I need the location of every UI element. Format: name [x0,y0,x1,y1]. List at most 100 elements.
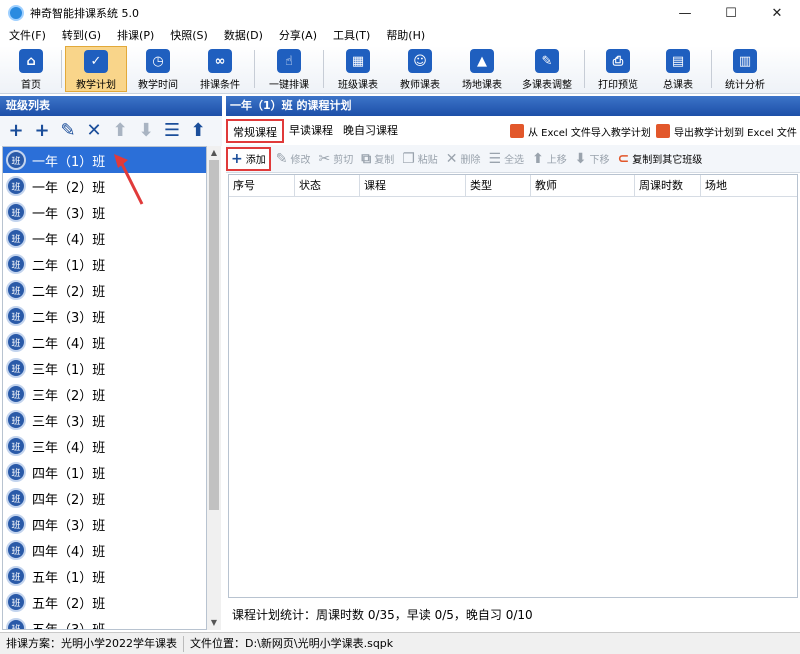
toolbar-separator [584,50,585,88]
list-item[interactable]: 班三年（3）班 [3,407,206,433]
toolbar-teacher-schedule-button[interactable]: ☺ 教师课表 [389,46,451,92]
list-item[interactable]: 班一年（3）班 [3,199,206,225]
select-all-button[interactable]: ☰ 全选 [486,147,528,171]
toolbar-venue-schedule-button[interactable]: ▲ 场地课表 [451,46,513,92]
delete-button[interactable]: ✕ 删除 [443,147,484,171]
edit-pencil-icon[interactable]: ✎ [58,121,78,141]
toolbar-separator [61,50,62,88]
import-excel-button[interactable]: 从 Excel 文件导入教学计划 [510,117,651,145]
list-item[interactable]: 班四年（4）班 [3,537,206,563]
class-name: 三年（1）班 [32,362,106,378]
toolbar-teaching-time-button[interactable]: ◷ 教学时间 [127,46,189,92]
list-item[interactable]: 班四年（1）班 [3,459,206,485]
list-item[interactable]: 班一年（1）班 [3,147,206,173]
list-item[interactable]: 班五年（3）班 [3,615,206,629]
list-item[interactable]: 班四年（2）班 [3,485,206,511]
toolbar-multi-adjust-button[interactable]: ✎ 多课表调整 [513,46,581,92]
annotation-arrow-icon [114,154,144,205]
paste-button[interactable]: ❐ 粘贴 [399,147,441,171]
class-name: 五年（2）班 [32,596,106,612]
list-item[interactable]: 班三年（2）班 [3,381,206,407]
export-excel-button[interactable]: 导出教学计划到 Excel 文件 [656,117,797,145]
list-item[interactable]: 班二年（3）班 [3,303,206,329]
delete-label: 删除 [460,155,481,166]
list-item[interactable]: 班五年（1）班 [3,563,206,589]
toolbar-statistics-button[interactable]: ▥ 统计分析 [715,46,775,92]
menu-share[interactable]: 分享(A) [270,26,324,46]
menu-goto[interactable]: 转到(G) [53,26,108,46]
menu-snapshot[interactable]: 快照(S) [161,26,215,46]
column-header[interactable]: 状态 [295,175,360,197]
move-down-button[interactable]: ⬇ 下移 [572,147,613,171]
table-header: 序号 状态 课程 类型 教师 周课时数 场地 [229,175,797,197]
list-item[interactable]: 班三年（1）班 [3,355,206,381]
toolbar-print-preview-button[interactable]: ⎙ 打印预览 [588,46,648,92]
copy-to-other-class-button[interactable]: ⊂ 复制到其它班级 [615,147,706,171]
menu-help[interactable]: 帮助(H) [377,26,432,46]
menu-schedule[interactable]: 排课(P) [108,26,161,46]
list-item[interactable]: 班二年（2）班 [3,277,206,303]
move-up-icon[interactable]: ⬆ [110,121,130,141]
course-actions-toolbar: + 添加 ✎ 修改 ✂ 剪切 ⧉ 复制 ❐ 粘贴 ✕ 删除 ☰ 全选 ⬆ 上移 ⬇ 下移 ⊂ 复制到… [226,145,800,173]
toolbar-label: 总课表 [663,80,693,91]
class-badge-icon: 班 [6,306,26,326]
delete-icon[interactable]: ✕ [84,121,104,141]
select-all-label: 全选 [504,155,525,166]
status-bar: 排课方案：光明小学2022学年课表 文件位置：D:\新网页\光明小学课表.sqp… [0,632,800,654]
column-header[interactable]: 场地 [701,175,797,197]
status-file: 文件位置：D:\新网页\光明小学课表.sqpk [190,636,394,650]
list-item[interactable]: 班三年（4）班 [3,433,206,459]
class-badge-icon: 班 [6,150,26,170]
edit-course-button[interactable]: ✎ 修改 [273,147,314,171]
move-down-icon[interactable]: ⬇ [136,121,156,141]
menu-file[interactable]: 文件(F) [0,26,53,46]
toolbar-label: 多课表调整 [522,80,572,91]
menu-bar: 文件(F) 转到(G) 排课(P) 快照(S) 数据(D) 分享(A) 工具(T… [0,26,800,46]
menu-tools[interactable]: 工具(T) [324,26,377,46]
toolbar-label: 一键排课 [269,80,309,91]
toolbar-auto-schedule-button[interactable]: ☝ 一键排课 [258,46,320,92]
add-course-button[interactable]: + 添加 [226,146,271,171]
tab-evening-study[interactable]: 晚自习课程 [338,119,403,143]
list-item[interactable]: 班二年（4）班 [3,329,206,355]
add-icon[interactable]: + [6,121,26,141]
upload-icon[interactable]: ⬆ [188,121,208,141]
column-header[interactable]: 课程 [360,175,466,197]
close-button[interactable]: ✕ [754,0,800,26]
tab-morning-reading[interactable]: 早读课程 [284,119,338,143]
maximize-button[interactable]: ☐ [708,0,754,26]
move-down-label: 下移 [589,155,610,166]
cut-button[interactable]: ✂ 剪切 [315,147,356,171]
list-item[interactable]: 班一年（4）班 [3,225,206,251]
move-up-button[interactable]: ⬆ 上移 [529,147,570,171]
list-item[interactable]: 班一年（2）班 [3,173,206,199]
minimize-button[interactable]: — [662,0,708,26]
column-header[interactable]: 类型 [466,175,531,197]
toolbar-master-schedule-button[interactable]: ▤ 总课表 [648,46,708,92]
scroll-up-icon[interactable]: ▲ [207,146,221,160]
toolbar-teaching-plan-button[interactable]: ✓ 教学计划 [65,46,127,92]
app-logo-icon [8,5,24,21]
menu-data[interactable]: 数据(D) [215,26,270,46]
toolbar-separator [254,50,255,88]
column-header[interactable]: 教师 [531,175,635,197]
batch-add-icon[interactable]: + [32,121,52,141]
list-item[interactable]: 班四年（3）班 [3,511,206,537]
toolbar-home-button[interactable]: ⌂ 首页 [4,46,58,92]
column-header[interactable]: 序号 [229,175,295,197]
class-name: 四年（4）班 [32,544,106,560]
scroll-thumb[interactable] [209,160,219,510]
list-item[interactable]: 班五年（2）班 [3,589,206,615]
toolbar-conditions-button[interactable]: ∞ 排课条件 [189,46,251,92]
toolbar-label: 教学计划 [76,80,116,91]
select-cursor-icon[interactable]: ☰ [162,121,182,141]
class-badge-icon: 班 [6,202,26,222]
scroll-down-icon[interactable]: ▼ [207,616,221,630]
list-item[interactable]: 班二年（1）班 [3,251,206,277]
column-header[interactable]: 周课时数 [635,175,701,197]
tab-regular-courses[interactable]: 常规课程 [226,119,284,143]
course-table: 序号 状态 课程 类型 教师 周课时数 场地 [228,174,798,598]
class-list-scrollbar[interactable]: ▲ ▼ [207,146,221,630]
toolbar-class-schedule-button[interactable]: ▦ 班级课表 [327,46,389,92]
copy-button[interactable]: ⧉ 复制 [358,147,397,171]
